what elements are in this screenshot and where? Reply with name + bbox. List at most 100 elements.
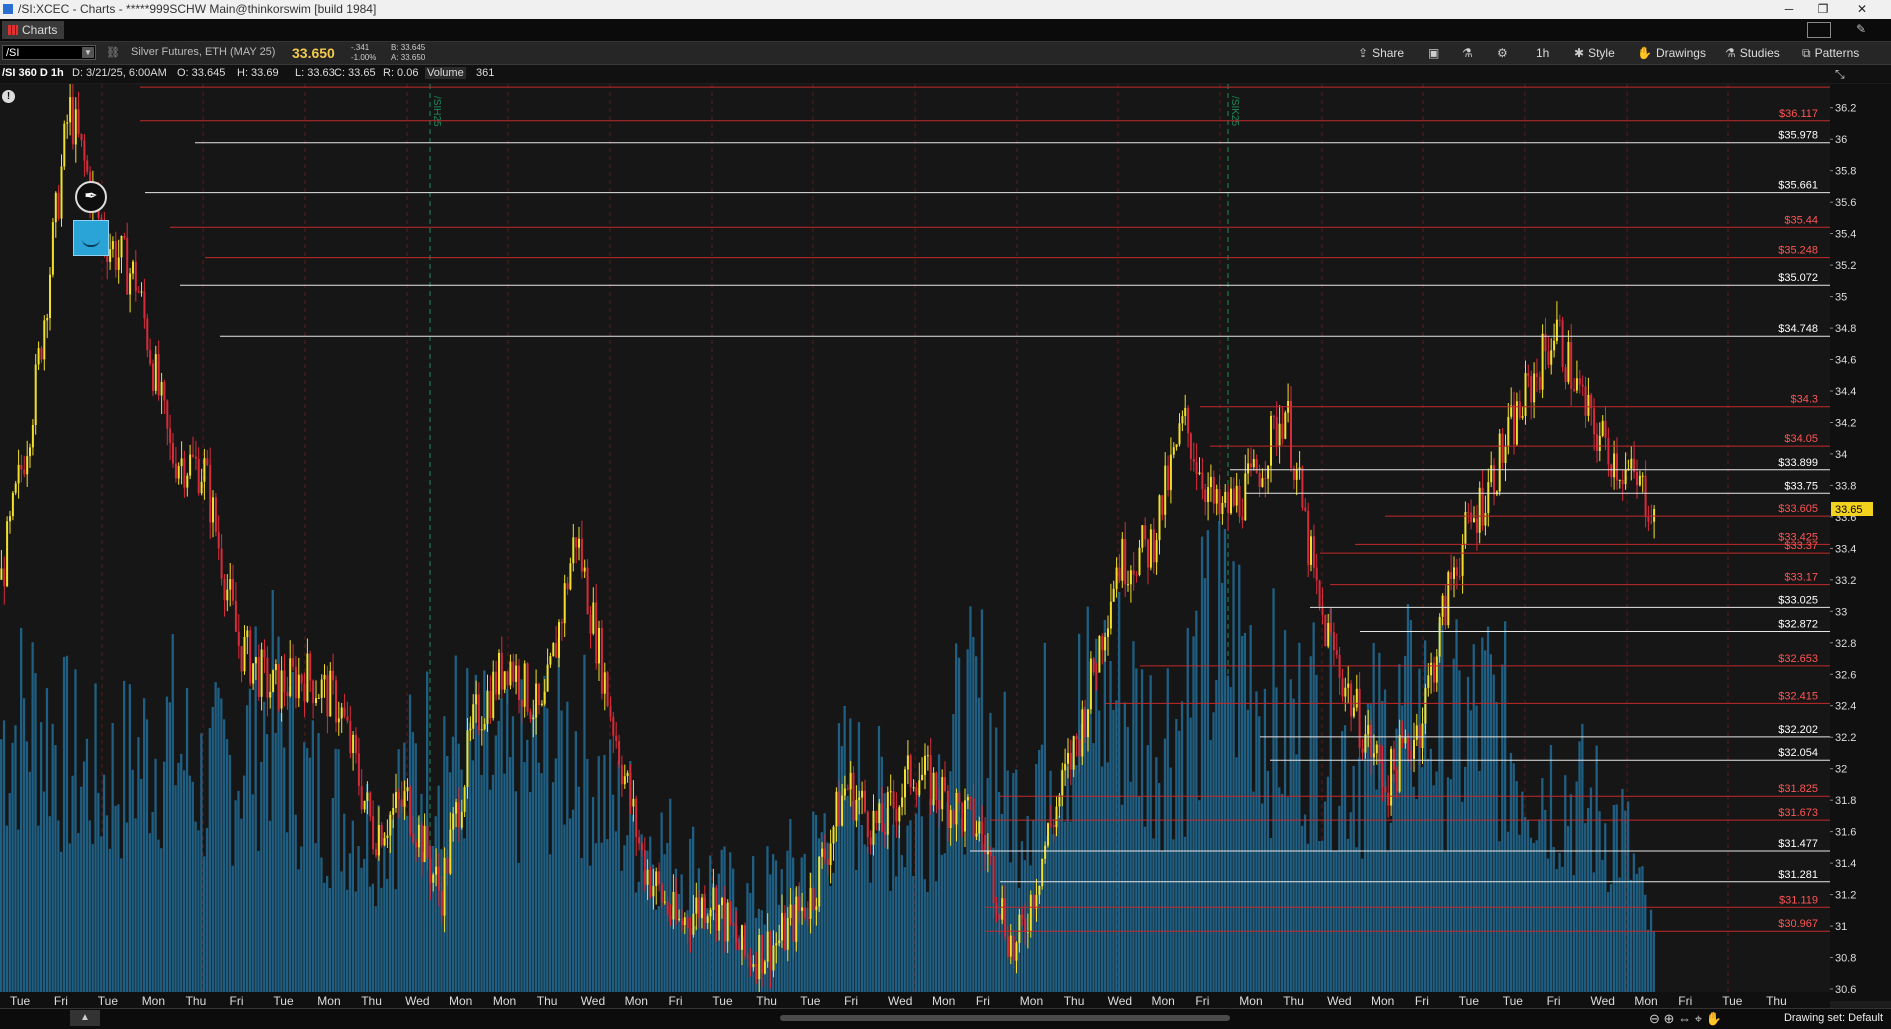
volume-bar (603, 755, 606, 1001)
volume-bar (71, 775, 74, 1001)
pin-icon[interactable]: ✎ (1856, 22, 1866, 36)
candle-body (889, 791, 892, 793)
price-chart-svg[interactable]: /SIH25/SIK25 $36.331 $36.117 $35.978 $35.661… (0, 84, 1891, 1001)
candle-body (37, 348, 40, 365)
link-icon[interactable]: ⛓ (106, 46, 120, 59)
volume-bar (1160, 851, 1164, 1001)
candle-body (966, 797, 969, 801)
candle-body (292, 658, 295, 667)
alert-icon[interactable]: ! (2, 90, 15, 103)
volume-bar (80, 786, 83, 1001)
studies-button[interactable]: ⚗ Studies (1725, 44, 1780, 62)
window-layout-icon[interactable] (1807, 22, 1831, 38)
minimize-button[interactable]: ─ (1772, 0, 1806, 19)
patterns-button[interactable]: ⧉ Patterns (1802, 44, 1859, 62)
camera-icon: ▣ (1428, 46, 1440, 60)
candle-body (944, 777, 946, 791)
volume-bar (829, 886, 832, 1001)
flask-button[interactable]: ⚗ (1462, 44, 1477, 62)
volume-bar (1444, 851, 1447, 1001)
candle-body (1049, 823, 1052, 825)
volume-bar (360, 867, 363, 1001)
candle-body (663, 901, 666, 903)
price-level-label: $32.202 (1778, 724, 1818, 736)
expand-icon[interactable]: ⤡ (1835, 67, 1845, 82)
candle-body (1444, 595, 1447, 626)
volume-bar (54, 745, 57, 1001)
candle-body (1087, 709, 1089, 738)
volume-bar (932, 798, 935, 1001)
volume-bar (45, 688, 49, 1001)
candle-body (197, 458, 200, 494)
style-button[interactable]: ✱ Style (1574, 44, 1615, 62)
candle-body (1152, 529, 1155, 563)
snapshot-button[interactable]: ▣ (1428, 44, 1443, 62)
date-tick-label: Fri (230, 994, 244, 1008)
candle-body (623, 776, 626, 785)
volume-bar (223, 719, 226, 1001)
candle-body (520, 699, 523, 707)
share-button[interactable]: ⇪ Share (1358, 44, 1404, 62)
volume-bar (1263, 688, 1267, 1001)
candle-body (134, 261, 137, 292)
candle-body (875, 810, 878, 824)
candle-body (1224, 491, 1227, 503)
volume-bar (37, 825, 40, 1001)
candle-body (1035, 895, 1038, 909)
candle-body (1009, 935, 1012, 957)
candle-body (643, 850, 646, 885)
volume-bar (1126, 726, 1129, 1001)
candle-body (1324, 614, 1327, 647)
candle-body (1187, 407, 1190, 434)
symbol-input[interactable]: /SI ▼ (2, 45, 96, 60)
pan-icon[interactable]: ⇔ (1678, 1011, 1691, 1026)
date-tick-label: Tue (10, 994, 31, 1008)
volume-bar (497, 720, 500, 1001)
candle-body (815, 906, 818, 911)
volume-bar (97, 792, 100, 1001)
hand-icon[interactable]: ✋ (1706, 1011, 1722, 1026)
zoom-in-icon[interactable]: ⊕ (1664, 1011, 1675, 1026)
candle-body (240, 646, 243, 672)
candle-body (472, 704, 475, 729)
candle-body (546, 664, 549, 692)
candle-body (380, 825, 383, 846)
close-button[interactable]: ✕ (1845, 0, 1879, 19)
restore-button[interactable]: ❐ (1806, 0, 1840, 19)
horizontal-scrollbar[interactable] (780, 1015, 1230, 1021)
chevron-down-icon[interactable]: ▼ (82, 47, 94, 58)
zoom-controls[interactable]: ⊖ ⊕ ⇔ ⌖ ✋ (1649, 1011, 1722, 1027)
volume-bar (217, 687, 220, 1001)
candle-body (1029, 894, 1032, 932)
price-level-label: $33.605 (1778, 503, 1818, 515)
crosshair-icon[interactable]: ⌖ (1695, 1011, 1702, 1026)
candle-body (592, 602, 595, 634)
date-tick-label: Mon (1152, 994, 1175, 1008)
date-tick-label: Fri (1547, 994, 1561, 1008)
candle-body (389, 814, 392, 836)
chart-area[interactable]: /SIH25/SIK25 $36.331 $36.117 $35.978 $35.661… (0, 84, 1891, 1001)
volume-bar (8, 793, 11, 1001)
drawing-tool-icon[interactable] (73, 220, 109, 256)
candle-body (1424, 687, 1427, 724)
volume-bar (174, 785, 177, 1001)
price-tick-label: 36.2 (1835, 103, 1856, 115)
price-level-label: $36.117 (1779, 108, 1818, 120)
collapse-button[interactable]: ▲ (70, 1010, 100, 1026)
pen-icon[interactable]: ✒ (75, 181, 107, 213)
volume-bar (257, 851, 260, 1001)
candle-body (1129, 570, 1132, 585)
candle-body (964, 800, 966, 832)
volume-bar (915, 813, 918, 1001)
volume-bar (846, 795, 849, 1001)
zoom-out-icon[interactable]: ⊖ (1649, 1011, 1660, 1026)
settings-button[interactable]: ⚙ (1497, 44, 1512, 62)
tab-charts[interactable]: Charts (2, 21, 64, 39)
volume-bar (1466, 676, 1470, 1001)
timeframe-button[interactable]: 1h (1536, 44, 1549, 62)
volume-bar (1561, 866, 1564, 1001)
volume-bar (1366, 703, 1370, 1001)
drawings-button[interactable]: ✋ Drawings (1637, 44, 1706, 62)
candle-body (1169, 454, 1172, 490)
candle-body (575, 537, 578, 548)
